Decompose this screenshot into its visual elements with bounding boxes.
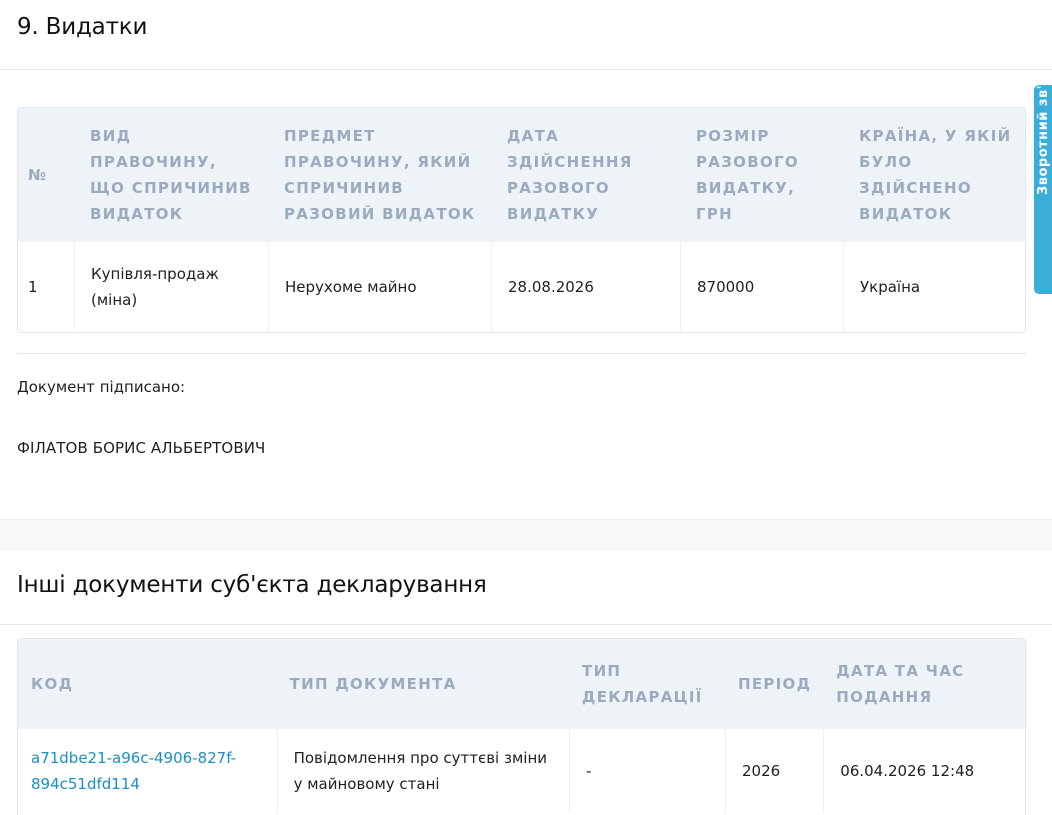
document-code-link[interactable]: a71dbe21-a96c-4906-827f-894c51dfd114 — [31, 749, 236, 793]
col-header-transaction-type: Вид правочину, що спричинив видаток — [74, 108, 268, 242]
expenses-table: № Вид правочину, що спричинив видаток Пр… — [17, 107, 1026, 333]
signer-name: ФІЛАТОВ БОРИС АЛЬБЕРТОВИЧ — [17, 439, 266, 457]
section-separator — [0, 519, 1052, 550]
other-documents-table: Код Тип документа Тип декларації Період … — [17, 638, 1026, 815]
cell-subject: Нерухоме майно — [268, 242, 491, 332]
cell-submitted-at: 06.04.2026 12:48 — [823, 729, 1025, 813]
col-header-doc-type: Тип документа — [276, 639, 570, 729]
col-header-subject: Предмет правочину, який спричинив разови… — [268, 108, 491, 242]
col-header-period: Період — [724, 639, 824, 729]
cell-country: Україна — [843, 242, 1025, 332]
divider — [0, 624, 1052, 625]
col-header-declaration-type: Тип декларації — [569, 639, 725, 729]
cell-doc-type: Повідомлення про суттєві зміни у майново… — [276, 729, 569, 813]
other-docs-section-title: Інші документи суб'єкта декларування — [17, 572, 487, 598]
signed-label: Документ підписано: — [17, 378, 186, 396]
col-header-date: Дата здійснення разового видатку — [491, 108, 680, 242]
col-header-code: Код — [18, 639, 277, 729]
feedback-tab-label: Зворотний зв'язок — [1036, 85, 1051, 195]
cell-transaction-type: Купівля-продаж (міна) — [74, 242, 268, 332]
feedback-side-tab[interactable]: Зворотний зв'язок — [1034, 85, 1052, 294]
divider — [17, 353, 1026, 354]
table-row: 1 Купівля-продаж (міна) Нерухоме майно 2… — [18, 242, 1025, 332]
cell-number: 1 — [28, 278, 38, 296]
other-docs-table-header: Код Тип документа Тип декларації Період … — [18, 639, 1025, 729]
cell-period: 2026 — [724, 729, 823, 813]
cell-date: 28.08.2026 — [491, 242, 680, 332]
cell-code: a71dbe21-a96c-4906-827f-894c51dfd114 — [18, 729, 277, 813]
col-header-country: Країна, у якій було здійснено видаток — [843, 108, 1025, 242]
expenses-section-title: 9. Видатки — [17, 14, 148, 40]
expenses-table-header: № Вид правочину, що спричинив видаток Пр… — [18, 108, 1025, 242]
col-header-amount: Розмір разового видатку, грн — [680, 108, 843, 242]
table-row: a71dbe21-a96c-4906-827f-894c51dfd114 Пов… — [18, 729, 1025, 813]
col-header-submitted-at: Дата та час подання — [823, 639, 1025, 729]
divider — [0, 69, 1052, 70]
cell-declaration-type: - — [569, 729, 725, 813]
cell-amount: 870000 — [680, 242, 843, 332]
col-header-number: № — [18, 108, 74, 242]
